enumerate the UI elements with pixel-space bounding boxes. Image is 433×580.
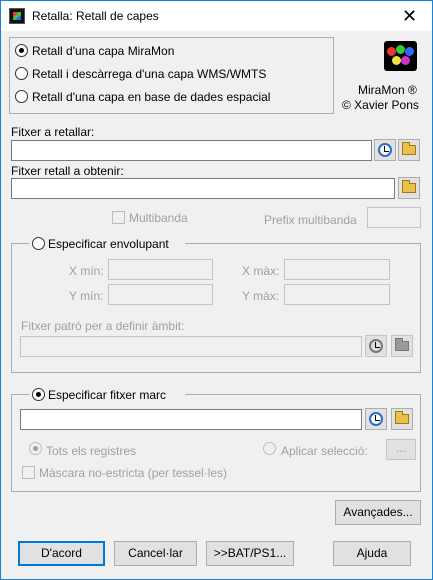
mode-label-wms: Retall i descàrrega d'una capa WMS/WMTS [32,67,267,81]
product-name: MiraMon ® [358,83,417,97]
help-button[interactable]: Ajuda [333,541,411,566]
output-file-label: Fitxer retall a obtenir: [11,164,124,178]
dialog-window: Retalla: Retall de capes ✕ Retall d'una … [0,0,433,580]
apply-selection-label: Aplicar selecció: [281,444,368,458]
mode-radio-wms[interactable] [15,67,28,80]
folder-open-icon [395,338,409,351]
xmax-field[interactable] [284,259,390,280]
folder-open-icon [402,180,416,193]
mode-radio-miramon[interactable] [15,44,28,57]
input-browse-button[interactable] [398,139,420,161]
xmin-field[interactable] [108,259,213,280]
clock-history-icon [369,412,383,426]
non-strict-mask-checkbox[interactable] [22,466,35,479]
multiband-prefix-label: Prefix multibanda [264,213,357,227]
multiband-label: Multibanda [129,211,188,225]
pattern-history-button[interactable] [365,335,387,357]
miramon-app-icon [9,8,25,24]
title-bar: Retalla: Retall de capes ✕ [1,1,432,31]
output-browse-button[interactable] [398,177,420,199]
clock-history-icon [369,339,383,353]
frame-radio[interactable] [32,388,45,401]
folder-open-icon [395,411,409,424]
batch-button[interactable]: >>BAT/PS1... [206,541,294,566]
folder-open-icon [402,142,416,155]
xmax-label: X màx: [242,264,280,278]
output-file-field[interactable] [11,178,395,199]
multiband-prefix-field[interactable] [367,207,421,228]
frame-label: Especificar fitxer marc [48,388,167,402]
envelope-label: Especificar envolupant [48,237,169,251]
pattern-file-label: Fitxer patró per a definir àmbit: [21,319,185,333]
apply-selection-radio[interactable] [263,442,276,455]
multiband-checkbox[interactable] [112,211,125,224]
mode-label-miramon: Retall d'una capa MiraMon [32,44,175,58]
pattern-browse-button[interactable] [391,335,413,357]
all-records-radio[interactable] [29,442,42,455]
mode-label-database: Retall d'una capa en base de dades espac… [32,90,271,104]
author-credit: © Xavier Pons [342,98,419,112]
advanced-button[interactable]: Avançades... [335,500,421,525]
close-button[interactable]: ✕ [387,1,432,31]
pattern-file-field[interactable] [20,336,362,357]
envelope-radio[interactable] [32,237,45,250]
clock-history-icon [378,143,392,157]
miramon-logo [384,41,417,71]
ymax-label: Y màx: [242,289,280,303]
selection-ellipsis-button[interactable]: ... [386,439,416,460]
cancel-button[interactable]: Cancel·lar [114,541,197,566]
mode-radio-database[interactable] [15,90,28,103]
xmin-label: X mín: [69,264,104,278]
non-strict-mask-label: Màscara no-estricta (per tessel·les) [39,466,228,480]
input-history-button[interactable] [374,139,396,161]
frame-history-button[interactable] [365,408,387,430]
ymin-label: Y mín: [69,289,104,303]
input-file-field[interactable] [11,140,372,161]
input-file-label: Fitxer a retallar: [11,125,95,139]
window-title: Retalla: Retall de capes [32,9,159,23]
ok-button[interactable]: D'acord [18,541,105,566]
all-records-label: Tots els registres [46,444,137,458]
frame-browse-button[interactable] [391,408,413,430]
frame-file-field[interactable] [20,409,362,430]
ymax-field[interactable] [284,284,390,305]
ymin-field[interactable] [108,284,213,305]
